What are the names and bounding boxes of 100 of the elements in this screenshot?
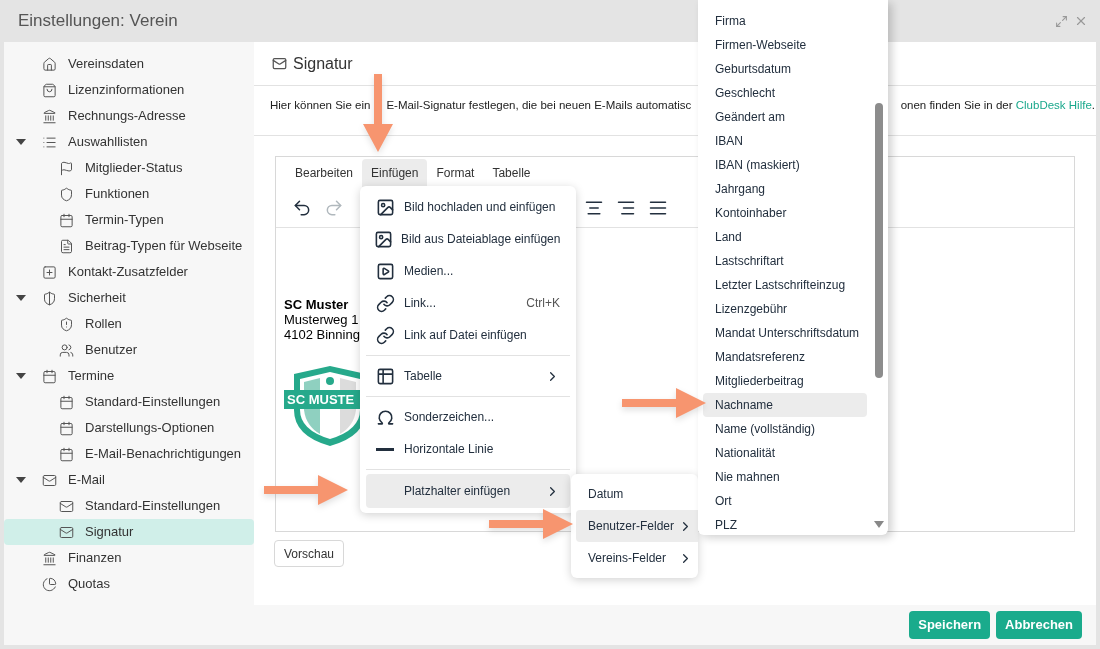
field-option[interactable]: Letzter Lastschrifteinzug (703, 273, 867, 297)
menu-item[interactable]: Horizontale Linie (366, 433, 570, 465)
field-option[interactable]: Nachname (703, 393, 867, 417)
image-icon (375, 197, 395, 217)
sidebar-item[interactable]: Kontakt-Zusatzfelder (4, 259, 254, 285)
field-option[interactable]: Land (703, 225, 867, 249)
signature-name: SC Muster (284, 297, 349, 312)
link-icon (375, 325, 395, 345)
menu-item[interactable]: Tabelle (366, 360, 570, 392)
menu-item[interactable]: Benutzer-Felder (576, 510, 698, 542)
sidebar-item[interactable]: Benutzer (4, 337, 254, 363)
sidebar-item[interactable]: Vereinsdaten (4, 51, 254, 77)
signature-line: Musterweg 1 (284, 312, 359, 327)
caret-icon[interactable] (16, 373, 26, 379)
shield-icon (42, 290, 57, 306)
field-option[interactable]: Geändert am (703, 105, 867, 129)
field-option[interactable]: Lastschriftart (703, 249, 867, 273)
shield-icon (59, 316, 74, 332)
description-text: onen finden Sie in der ClubDesk Hilfe. (900, 98, 1095, 113)
pie-chart-icon (42, 576, 57, 592)
sidebar-item[interactable]: Funktionen (4, 181, 254, 207)
field-option[interactable]: Nationalität (703, 441, 867, 465)
sidebar-item[interactable]: Lizenzinformationen (4, 77, 254, 103)
menu-tab[interactable]: Tabelle (483, 159, 540, 187)
table-icon (375, 366, 395, 386)
menu-item[interactable]: Link... Ctrl+K (366, 287, 570, 319)
field-option[interactable]: Jahrgang (703, 177, 867, 201)
menu-tab[interactable]: Einfügen (362, 159, 428, 187)
omega-icon (375, 407, 395, 427)
description-text: Hier können Sie ein (270, 98, 371, 113)
field-option[interactable]: Geschlecht (703, 81, 867, 105)
play-icon (375, 261, 395, 281)
sidebar-item[interactable]: Termin-Typen (4, 207, 254, 233)
document-icon (59, 238, 74, 254)
menu-item[interactable]: Bild hochladen und einfügen (366, 191, 570, 223)
field-option[interactable]: Mandatsreferenz (703, 345, 867, 369)
menu-item[interactable]: Datum (576, 478, 698, 510)
menu-tab[interactable]: Format (427, 159, 484, 187)
sidebar-item[interactable]: Auswahllisten (4, 129, 254, 155)
menu-item[interactable]: Medien... (366, 255, 570, 287)
line-icon (376, 447, 394, 451)
bag-icon (42, 82, 57, 98)
field-option[interactable]: Lizenzgebühr (703, 297, 867, 321)
field-option[interactable]: Mitgliederbeitrag (703, 369, 867, 393)
sidebar-item[interactable]: Termine (4, 363, 254, 389)
logo-text: SC MUSTE (287, 392, 355, 407)
field-option[interactable]: PLZ (703, 513, 867, 537)
scroll-down-icon[interactable] (874, 521, 884, 528)
users-icon (59, 342, 74, 358)
sidebar-item[interactable]: Finanzen (4, 545, 254, 571)
bank-icon (42, 108, 57, 124)
menu-item[interactable]: Sonderzeichen... (366, 401, 570, 433)
preview-button[interactable]: Vorschau (274, 540, 344, 567)
list-icon (42, 134, 57, 150)
menu-tab[interactable]: Bearbeiten (286, 159, 363, 187)
sidebar-item[interactable]: Rechnungs-Adresse (4, 103, 254, 129)
field-option[interactable]: Mandat Unterschriftsdatum (703, 321, 867, 345)
sidebar-item[interactable]: Standard-Einstellungen (4, 389, 254, 415)
shortcut-text: Ctrl+K (526, 295, 560, 312)
field-option[interactable]: Geburtsdatum (703, 57, 867, 81)
calendar-icon (59, 394, 74, 410)
calendar-icon (42, 368, 57, 384)
field-option[interactable]: IBAN (703, 129, 867, 153)
sidebar-item[interactable]: Mitglieder-Status (4, 155, 254, 181)
field-option[interactable]: Firmen-Webseite (703, 33, 867, 57)
caret-icon[interactable] (16, 477, 26, 483)
field-option[interactable]: IBAN (maskiert) (703, 153, 867, 177)
sidebar-item[interactable]: Rollen (4, 311, 254, 337)
sidebar-item[interactable]: E-Mail (4, 467, 254, 493)
description-text: E-Mail-Signatur festlegen, die bei neuen E-Mails automatisc (386, 98, 692, 113)
sidebar-item[interactable]: E-Mail-Benachrichtigungen (4, 441, 254, 467)
menu-item[interactable]: Platzhalter einfügen (366, 474, 570, 508)
menu-item[interactable]: Link auf Datei einfügen (366, 319, 570, 351)
signature-line: 4102 Binning (284, 327, 360, 342)
window-title: Einstellungen: Verein (18, 10, 178, 33)
page-title: Signatur (293, 53, 353, 74)
field-option[interactable]: Name (vollständig) (703, 417, 867, 441)
menu-item[interactable]: Vereins-Felder (576, 542, 698, 574)
link-icon (375, 293, 395, 313)
mail-icon (59, 524, 74, 540)
field-option[interactable]: Firma (703, 9, 867, 33)
sidebar-item[interactable]: Quotas (4, 571, 254, 597)
home-icon (42, 56, 57, 72)
sidebar-item[interactable]: Standard-Einstellungen (4, 493, 254, 519)
add-field-icon (42, 264, 57, 280)
sidebar-item[interactable]: Sicherheit (4, 285, 254, 311)
flag-icon (59, 160, 74, 176)
field-option[interactable]: Ort (703, 489, 867, 513)
sidebar-item[interactable]: Beitrag-Typen für Webseite (4, 233, 254, 259)
caret-icon[interactable] (16, 295, 26, 301)
field-option[interactable]: Kontoinhaber (703, 201, 867, 225)
bank-icon (42, 550, 57, 566)
field-option[interactable]: Nie mahnen (703, 465, 867, 489)
caret-icon[interactable] (16, 139, 26, 145)
sidebar-item[interactable]: Signatur (4, 519, 254, 545)
mail-icon (59, 498, 74, 514)
menu-item[interactable]: Bild aus Dateiablage einfügen (366, 223, 570, 255)
image-icon (374, 229, 393, 249)
calendar-icon (59, 420, 74, 436)
sidebar-item[interactable]: Darstellungs-Optionen (4, 415, 254, 441)
